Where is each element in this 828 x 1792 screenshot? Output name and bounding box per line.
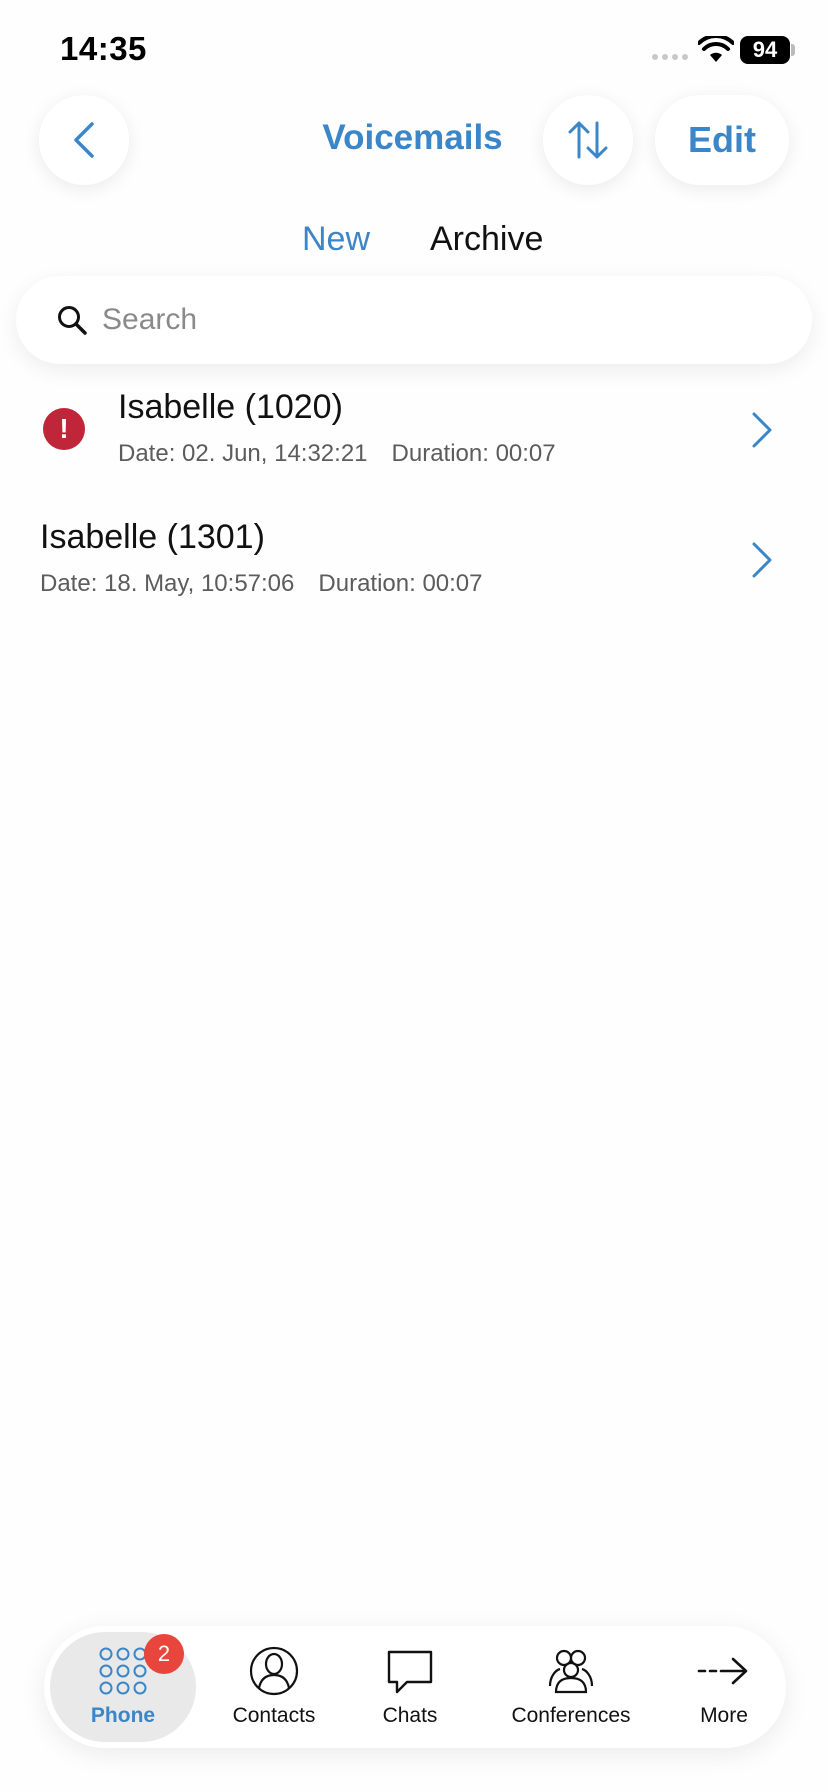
search-icon (58, 306, 87, 335)
dialpad-icon (99, 1647, 147, 1695)
tab-chats[interactable]: Chats (350, 1632, 470, 1742)
edit-button[interactable]: Edit (655, 95, 789, 185)
voicemail-row[interactable]: ! Isabelle (1020) Date: 02. Jun, 14:32:2… (0, 370, 828, 490)
tab-phone-label: Phone (90, 1704, 156, 1727)
chevron-left-icon (74, 122, 94, 158)
cellular-signal-icon (652, 54, 688, 60)
sort-arrows-icon (568, 121, 608, 159)
page-title: Voicemails (322, 118, 503, 157)
status-time: 14:35 (60, 30, 147, 67)
bottom-tab-bar: Phone 2 Contacts Chats Conferences More (44, 1626, 786, 1748)
tab-archive[interactable]: Archive (430, 220, 543, 259)
person-icon (249, 1646, 299, 1696)
search-bar[interactable] (16, 276, 812, 364)
tab-conferences-label: Conferences (511, 1704, 631, 1727)
voicemail-date: Date: 02. Jun, 14:32:21 (118, 440, 368, 467)
arrow-right-icon (697, 1657, 748, 1685)
tab-phone[interactable]: Phone 2 (50, 1632, 196, 1742)
voicemail-date: Date: 18. May, 10:57:06 (40, 570, 295, 597)
voicemail-meta: Date: 18. May, 10:57:06 Duration: 00:07 (40, 570, 483, 598)
tab-conferences[interactable]: Conferences (476, 1632, 666, 1742)
chat-bubble-icon (387, 1650, 433, 1694)
battery-nub (791, 44, 795, 56)
tab-more[interactable]: More (672, 1632, 776, 1742)
voicemail-duration: Duration: 00:07 (318, 570, 483, 597)
phone-badge: 2 (144, 1634, 184, 1674)
voicemail-duration: Duration: 00:07 (391, 440, 556, 467)
chevron-right-icon (752, 412, 772, 448)
voicemail-meta: Date: 02. Jun, 14:32:21 Duration: 00:07 (118, 440, 556, 468)
search-input[interactable] (102, 294, 782, 346)
tab-contacts[interactable]: Contacts (214, 1632, 334, 1742)
wifi-icon (698, 36, 734, 62)
voicemail-row[interactable]: Isabelle (1301) Date: 18. May, 10:57:06 D… (0, 500, 828, 620)
chevron-right-icon (752, 542, 772, 578)
status-bar: 14:35 94 (0, 0, 828, 100)
battery-indicator: 94 (740, 36, 790, 64)
sort-button[interactable] (543, 95, 633, 185)
voicemail-caller: Isabelle (1020) (118, 388, 343, 426)
group-icon (548, 1649, 594, 1694)
tab-new[interactable]: New (302, 220, 370, 259)
voicemails-screen: 14:35 94 Voicemails Edit New Archive Sea… (0, 0, 828, 1792)
tab-chats-label: Chats (382, 1704, 438, 1727)
back-button[interactable] (39, 95, 129, 185)
tab-more-label: More (700, 1704, 748, 1727)
voicemail-caller: Isabelle (1301) (40, 518, 265, 556)
unheard-alert-icon: ! (43, 408, 85, 450)
tab-contacts-label: Contacts (232, 1704, 316, 1727)
battery-level: 94 (752, 37, 778, 62)
